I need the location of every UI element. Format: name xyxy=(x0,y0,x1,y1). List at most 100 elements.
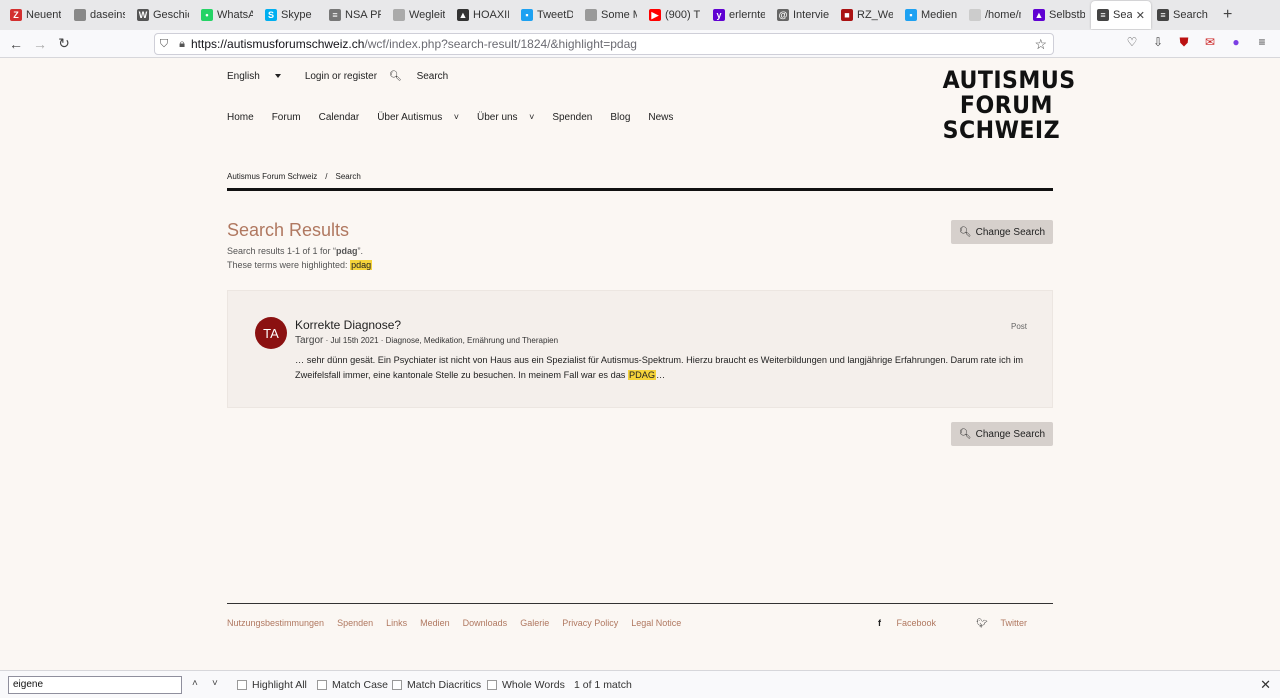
nav-item[interactable]: Calendar xyxy=(319,112,369,123)
browser-tab[interactable]: /home/mar xyxy=(963,1,1027,29)
tab-favicon-icon: Z xyxy=(10,9,22,21)
megaphone-icon[interactable]: ✉ xyxy=(1202,34,1218,50)
post-date: Jul 15th 2021 xyxy=(330,336,379,345)
checkbox[interactable] xyxy=(392,680,402,690)
footer-link[interactable]: Privacy Policy xyxy=(562,618,618,628)
close-icon[interactable]: ✕ xyxy=(1260,677,1271,693)
nav-item[interactable]: Forum xyxy=(272,112,310,123)
post-excerpt: … sehr dünn gesät. Ein Psychiater ist ni… xyxy=(295,353,1030,383)
tab-close-icon[interactable]: ✕ xyxy=(1136,9,1145,22)
breadcrumb-home[interactable]: Autismus Forum Schweiz xyxy=(227,172,317,181)
browser-tab[interactable]: Wegleitung xyxy=(387,1,451,29)
browser-tab[interactable]: Some MKU xyxy=(579,1,643,29)
login-link[interactable]: Login or register xyxy=(305,71,377,82)
browser-tab[interactable]: ▶ (900) TI xyxy=(643,1,707,29)
browser-tab[interactable]: W Geschic xyxy=(131,1,195,29)
bookmark-star-icon[interactable]: ☆ xyxy=(1034,36,1047,53)
checkbox[interactable] xyxy=(487,680,497,690)
tab-label: Selbstb xyxy=(1049,9,1085,21)
pocket-icon[interactable]: ♡ xyxy=(1124,34,1140,50)
nav-item[interactable]: Über uns ˅ xyxy=(477,112,543,123)
breadcrumb-current[interactable]: Search xyxy=(335,172,360,181)
browser-tab[interactable]: S Skype xyxy=(259,1,323,29)
chevron-down-icon: ˅ xyxy=(526,112,535,122)
footer-link[interactable]: Legal Notice xyxy=(631,618,681,628)
browser-tab[interactable]: ■ RZ_We xyxy=(835,1,899,29)
browser-tab[interactable]: y erlernte xyxy=(707,1,771,29)
footer-link[interactable]: Galerie xyxy=(520,618,549,628)
facebook-link[interactable]: f Facebook xyxy=(878,618,949,629)
footer-link[interactable]: Spenden xyxy=(337,618,373,628)
ublock-icon[interactable]: ⛊ xyxy=(1176,34,1192,50)
lock-icon[interactable]: 🔒︎ xyxy=(173,38,191,51)
url-bar[interactable]: ⛉ 🔒︎ https://autismusforumschweiz.ch/wcf… xyxy=(154,33,1054,55)
find-next-button[interactable]: ˅ xyxy=(212,678,218,689)
post-type: Post xyxy=(1010,322,1027,331)
shield-icon[interactable]: ⛉ xyxy=(155,38,173,51)
nav-item[interactable]: News xyxy=(648,112,682,123)
nav-item[interactable]: Home xyxy=(227,112,263,123)
change-search-button-bottom[interactable]: 🔍︎ Change Search xyxy=(951,422,1053,446)
tab-favicon-icon: ≡ xyxy=(1157,9,1169,21)
browser-tab[interactable]: • WhatsA xyxy=(195,1,259,29)
browser-tab[interactable]: ≡ Search R xyxy=(1151,1,1217,29)
match-case-option[interactable]: Match Case xyxy=(317,679,388,691)
breadcrumb: Autismus Forum Schweiz / Search xyxy=(227,172,1053,181)
facebook-icon: f xyxy=(878,618,881,628)
browser-tab[interactable]: ≡ Searc ✕ xyxy=(1091,1,1151,29)
browser-tab[interactable]: ▲ Selbstb xyxy=(1027,1,1091,29)
browser-tab[interactable]: ▪ Medien xyxy=(899,1,963,29)
checkbox[interactable] xyxy=(317,680,327,690)
back-button[interactable]: ← xyxy=(4,32,28,56)
find-previous-button[interactable]: ˄ xyxy=(192,678,198,689)
highlight-all-option[interactable]: Highlight All xyxy=(237,679,307,691)
site-logo[interactable]: AUTISMUS FORUM SCHWEIZ xyxy=(943,68,1076,143)
find-input[interactable]: eigene xyxy=(8,676,182,694)
find-bar: eigene ˄ ˅ Highlight All Match Case Matc… xyxy=(0,670,1280,698)
footer-link[interactable]: Nutzungsbestimmungen xyxy=(227,618,324,628)
nav-item[interactable]: Spenden xyxy=(552,112,601,123)
tab-label: Neuent xyxy=(26,9,62,21)
post-category[interactable]: Diagnose, Medikation, Ernährung und Ther… xyxy=(386,336,558,345)
nav-item[interactable]: Über Autismus ˅ xyxy=(377,112,468,123)
change-search-button[interactable]: 🔍︎ Change Search xyxy=(951,220,1053,244)
main-navigation: Home Forum Calendar Über Autismus ˅ Über uns… xyxy=(227,112,1053,123)
post-title[interactable]: Korrekte Diagnose? xyxy=(295,318,401,332)
tab-favicon-icon xyxy=(969,9,981,21)
new-tab-button[interactable]: + xyxy=(1223,6,1232,24)
option-label: Match Case xyxy=(332,679,389,691)
checkbox[interactable] xyxy=(237,680,247,690)
search-link[interactable]: 🔍︎ Search xyxy=(389,71,460,82)
tab-label: RZ_We xyxy=(857,9,893,21)
tab-favicon-icon: ▲ xyxy=(1033,9,1045,21)
nav-item[interactable]: Blog xyxy=(610,112,639,123)
change-search-label: Change Search xyxy=(975,428,1046,440)
post-author[interactable]: Targor xyxy=(295,335,323,346)
reload-button[interactable]: ↻ xyxy=(52,32,76,56)
change-search-label: Change Search xyxy=(975,226,1046,238)
browser-tab[interactable]: Z Neuent xyxy=(4,1,68,29)
browser-tab[interactable]: ▲ HOAXIL xyxy=(451,1,515,29)
footer-link[interactable]: Links xyxy=(386,618,407,628)
tab-label: NSA PR xyxy=(345,9,381,21)
downloads-icon[interactable]: ⇩ xyxy=(1150,34,1166,50)
browser-tab[interactable]: ▪ TweetD xyxy=(515,1,579,29)
browser-tab[interactable]: @ Intervie xyxy=(771,1,835,29)
avatar[interactable]: TA xyxy=(255,317,287,349)
menu-icon[interactable]: ≡ xyxy=(1254,34,1270,50)
header-divider xyxy=(227,188,1053,191)
tab-label: Skype xyxy=(281,9,312,21)
twitter-link[interactable]: 🐦︎ Twitter xyxy=(976,618,1040,629)
language-selector[interactable]: English xyxy=(227,71,293,82)
whole-words-option[interactable]: Whole Words xyxy=(487,679,565,691)
footer-link[interactable]: Medien xyxy=(420,618,450,628)
browser-tab[interactable]: daseinsana xyxy=(68,1,131,29)
match-diacritics-option[interactable]: Match Diacritics xyxy=(392,679,481,691)
twitter-icon: 🐦︎ xyxy=(976,618,988,628)
forward-button[interactable]: → xyxy=(28,32,52,56)
extension-icon[interactable]: ● xyxy=(1228,34,1244,50)
tab-label: HOAXIL xyxy=(473,9,509,21)
footer-link[interactable]: Downloads xyxy=(463,618,508,628)
browser-tab[interactable]: ≡ NSA PR xyxy=(323,1,387,29)
footer-divider xyxy=(227,603,1053,604)
